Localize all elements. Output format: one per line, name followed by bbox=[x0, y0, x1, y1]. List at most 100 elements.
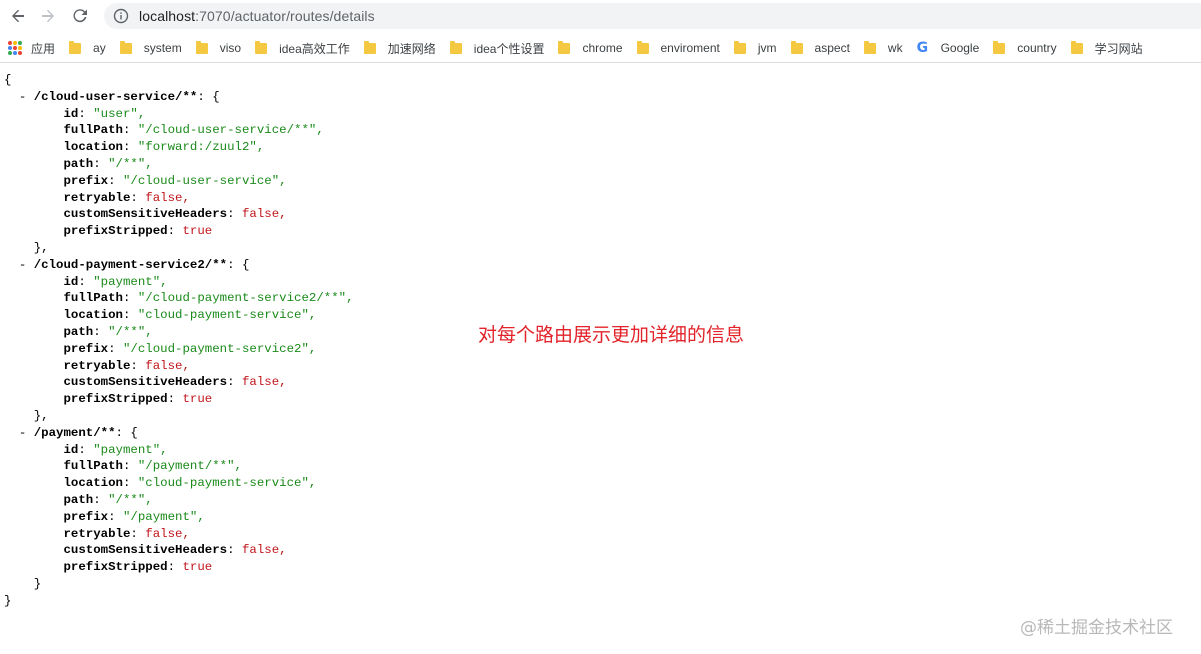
field-key: retryable bbox=[63, 526, 131, 541]
bookmark-item[interactable]: idea高效工作 bbox=[255, 36, 350, 60]
route-close-brace: }, bbox=[4, 408, 354, 425]
bookmark-label: Google bbox=[940, 41, 980, 55]
reload-button[interactable] bbox=[68, 4, 92, 28]
bookmark-item[interactable]: country bbox=[993, 36, 1057, 60]
google-icon: G bbox=[916, 40, 929, 56]
route-key: /cloud-user-service/** bbox=[33, 89, 198, 104]
field-value: "forward:/zuul2", bbox=[137, 140, 265, 155]
bookmark-item[interactable]: 学习网站 bbox=[1070, 36, 1143, 60]
route-field: location: "cloud-payment-service", bbox=[63, 308, 317, 323]
folder-icon bbox=[449, 40, 462, 54]
field-key: fullPath bbox=[63, 123, 124, 138]
route-header: - /payment/**: { bbox=[4, 425, 138, 440]
annotation-text: 对每个路由展示更加详细的信息 bbox=[478, 324, 745, 346]
field-key: prefix bbox=[63, 173, 109, 188]
field-key: customSensitiveHeaders bbox=[63, 543, 228, 558]
bookmark-item[interactable]: 应用 bbox=[8, 36, 55, 60]
apps-icon bbox=[8, 41, 22, 55]
field-key: fullPath bbox=[63, 459, 124, 474]
route-field: retryable: false, bbox=[63, 526, 190, 541]
bookmark-item[interactable]: system bbox=[119, 36, 182, 60]
route-close: }, bbox=[33, 408, 49, 423]
route-field: customSensitiveHeaders: false, bbox=[63, 375, 287, 390]
field-value: false, bbox=[241, 543, 287, 558]
bookmark-label: jvm bbox=[757, 41, 777, 55]
bookmark-item[interactable]: aspect bbox=[790, 36, 850, 60]
field-key: path bbox=[63, 492, 94, 507]
bookmark-label: idea高效工作 bbox=[279, 41, 350, 56]
bookmark-item[interactable]: 加速网络 bbox=[363, 36, 436, 60]
bookmark-label: aspect bbox=[814, 41, 850, 55]
folder-icon bbox=[993, 40, 1006, 54]
route-field: prefix: "/cloud-payment-service2", bbox=[63, 341, 317, 356]
field-value: false, bbox=[241, 375, 287, 390]
route-field: fullPath: "/payment/**", bbox=[63, 459, 242, 474]
bookmark-item[interactable]: ay bbox=[69, 36, 106, 60]
info-icon[interactable] bbox=[113, 8, 129, 24]
field-key: customSensitiveHeaders bbox=[63, 207, 228, 222]
route-field: prefix: "/cloud-user-service", bbox=[63, 173, 287, 188]
route-field: location: "forward:/zuul2", bbox=[63, 140, 265, 155]
bookmark-label: wk bbox=[887, 41, 903, 55]
route-field: prefixStripped: true bbox=[63, 392, 213, 407]
route-field: fullPath: "/cloud-payment-service2/**", bbox=[63, 291, 354, 306]
field-value: "payment", bbox=[93, 442, 168, 457]
route-close: }, bbox=[33, 240, 49, 255]
forward-button[interactable] bbox=[36, 4, 60, 28]
field-key: fullPath bbox=[63, 291, 124, 306]
bookmark-label: chrome bbox=[582, 41, 623, 55]
bookmark-label: enviroment bbox=[660, 41, 720, 55]
bookmark-item[interactable]: chrome bbox=[558, 36, 623, 60]
field-value: true bbox=[182, 224, 213, 239]
bookmark-item[interactable]: jvm bbox=[733, 36, 777, 60]
field-key: prefixStripped bbox=[63, 560, 168, 575]
field-key: prefixStripped bbox=[63, 224, 168, 239]
route-header: - /cloud-payment-service2/**: { bbox=[4, 257, 250, 272]
field-key: prefix bbox=[63, 509, 109, 524]
route-field: path: "/**", bbox=[63, 324, 153, 339]
field-value: "/payment/**", bbox=[137, 459, 242, 474]
folder-icon bbox=[1070, 40, 1083, 54]
reload-icon bbox=[73, 9, 87, 23]
bookmark-item[interactable]: G Google bbox=[917, 36, 980, 60]
route-field: location: "cloud-payment-service", bbox=[63, 476, 317, 491]
bookmark-label: system bbox=[143, 41, 182, 55]
route-field: fullPath: "/cloud-user-service/**", bbox=[63, 123, 324, 138]
field-key: id bbox=[63, 106, 79, 121]
route-field: prefixStripped: true bbox=[63, 560, 213, 575]
route-field: path: "/**", bbox=[63, 492, 153, 507]
route-field: prefix: "/payment", bbox=[63, 509, 205, 524]
route-close-brace: } bbox=[4, 576, 354, 593]
back-button[interactable] bbox=[6, 4, 30, 28]
bookmark-label: 应用 bbox=[31, 41, 56, 56]
field-value: false, bbox=[145, 190, 190, 205]
route-header: - /cloud-user-service/**: { bbox=[4, 89, 220, 104]
field-key: location bbox=[63, 308, 124, 323]
bookmark-label: 学习网站 bbox=[1094, 41, 1143, 56]
bookmark-label: idea个性设置 bbox=[473, 41, 545, 56]
arrow-right-icon bbox=[42, 9, 54, 23]
field-value: "user", bbox=[93, 106, 146, 121]
field-key: retryable bbox=[63, 190, 131, 205]
route-close: } bbox=[33, 576, 42, 591]
route-field: id: "payment", bbox=[63, 442, 168, 457]
field-value: true bbox=[182, 392, 213, 407]
route-key: /payment/** bbox=[33, 425, 116, 440]
folder-icon bbox=[863, 40, 876, 54]
field-value: false, bbox=[145, 358, 190, 373]
route-field: id: "payment", bbox=[63, 274, 168, 289]
folder-icon bbox=[119, 40, 132, 54]
folder-icon bbox=[733, 40, 746, 54]
field-value: true bbox=[182, 560, 213, 575]
bookmark-item[interactable]: enviroment bbox=[636, 36, 720, 60]
field-value: "/**", bbox=[108, 156, 153, 171]
folder-icon bbox=[363, 40, 376, 54]
bookmark-item[interactable]: idea个性设置 bbox=[449, 36, 545, 60]
bookmark-item[interactable]: viso bbox=[195, 36, 241, 60]
route-field: id: "user", bbox=[63, 106, 146, 121]
field-key: prefixStripped bbox=[63, 392, 168, 407]
route-close-brace: }, bbox=[4, 240, 354, 257]
field-value: "/**", bbox=[108, 324, 153, 339]
bookmark-item[interactable]: wk bbox=[863, 36, 903, 60]
address-bar[interactable]: localhost:7070/actuator/routes/details bbox=[104, 3, 1201, 29]
